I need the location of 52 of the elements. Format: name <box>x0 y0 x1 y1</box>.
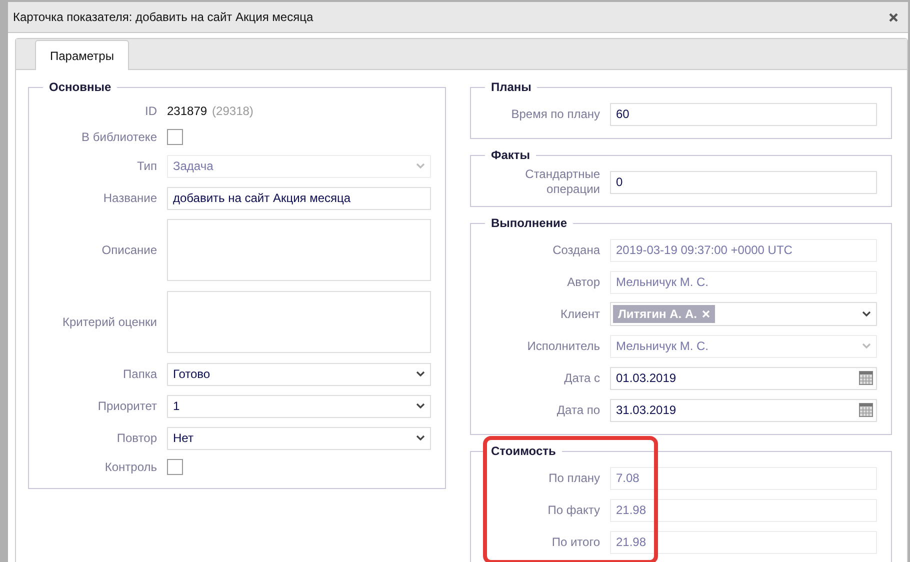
field-label: Папка <box>122 366 158 382</box>
select-field[interactable]: 1 <box>167 394 431 418</box>
calendar-icon[interactable] <box>859 403 873 417</box>
caret-icon <box>416 163 425 169</box>
field-label: Описание <box>100 242 158 258</box>
field-label: По итого <box>550 534 601 550</box>
field-label: Название <box>102 190 158 206</box>
field-label: Контроль <box>104 460 158 474</box>
field-label: В библиотеке <box>80 130 158 144</box>
section-title: Выполнение <box>490 216 568 230</box>
field-label: Стандартные операции <box>524 167 601 197</box>
field-label: Приоритет <box>96 398 158 414</box>
textarea-field[interactable] <box>167 291 431 353</box>
field-label: Критерий оценки <box>62 314 158 330</box>
field-label: По факту <box>546 502 601 518</box>
field-label: Автор <box>566 274 601 290</box>
section-title: Факты <box>490 148 532 162</box>
field-label: Клиент <box>560 306 601 322</box>
section-title: Основные <box>48 80 112 94</box>
close-icon[interactable] <box>889 12 898 22</box>
field-label: Исполнитель <box>526 338 601 354</box>
caret-icon <box>416 435 425 441</box>
field-label: По плану <box>548 470 601 486</box>
textarea-field[interactable] <box>167 219 431 281</box>
text-field[interactable]: добавить на сайт Акция месяца <box>167 186 431 210</box>
date-field[interactable]: 01.03.2019 <box>610 366 877 390</box>
caret-icon <box>416 371 425 377</box>
field-label: ID <box>144 104 158 118</box>
id-value: 231879 <box>167 104 208 118</box>
id-secondary: (29318) <box>212 104 254 118</box>
text-field[interactable]: 0 <box>610 170 877 194</box>
checkbox[interactable] <box>167 459 183 475</box>
section-title: Планы <box>490 80 532 94</box>
caret-icon <box>416 403 425 409</box>
text-field[interactable]: 60 <box>610 102 877 126</box>
checkbox[interactable] <box>167 129 183 145</box>
caret-icon <box>862 343 871 349</box>
select-field[interactable]: Готово <box>167 362 431 386</box>
field-label: Создана <box>552 242 601 258</box>
select-field[interactable]: Нет <box>167 426 431 450</box>
window-title: Карточка показателя: добавить на сайт Акция месяца <box>13 10 314 24</box>
tab[interactable]: Параметры <box>35 40 129 70</box>
calendar-icon[interactable] <box>859 371 873 385</box>
section-title: Стоимость <box>490 444 557 458</box>
field-label: Тип <box>136 158 158 174</box>
date-field[interactable]: 31.03.2019 <box>610 398 877 422</box>
field-label: Дата с <box>563 370 601 386</box>
field-label: Дата по <box>556 402 601 418</box>
caret-icon <box>862 311 871 317</box>
field-label: Время по плану <box>510 106 601 122</box>
field-label: Повтор <box>116 430 158 446</box>
remove-icon[interactable] <box>702 310 710 318</box>
